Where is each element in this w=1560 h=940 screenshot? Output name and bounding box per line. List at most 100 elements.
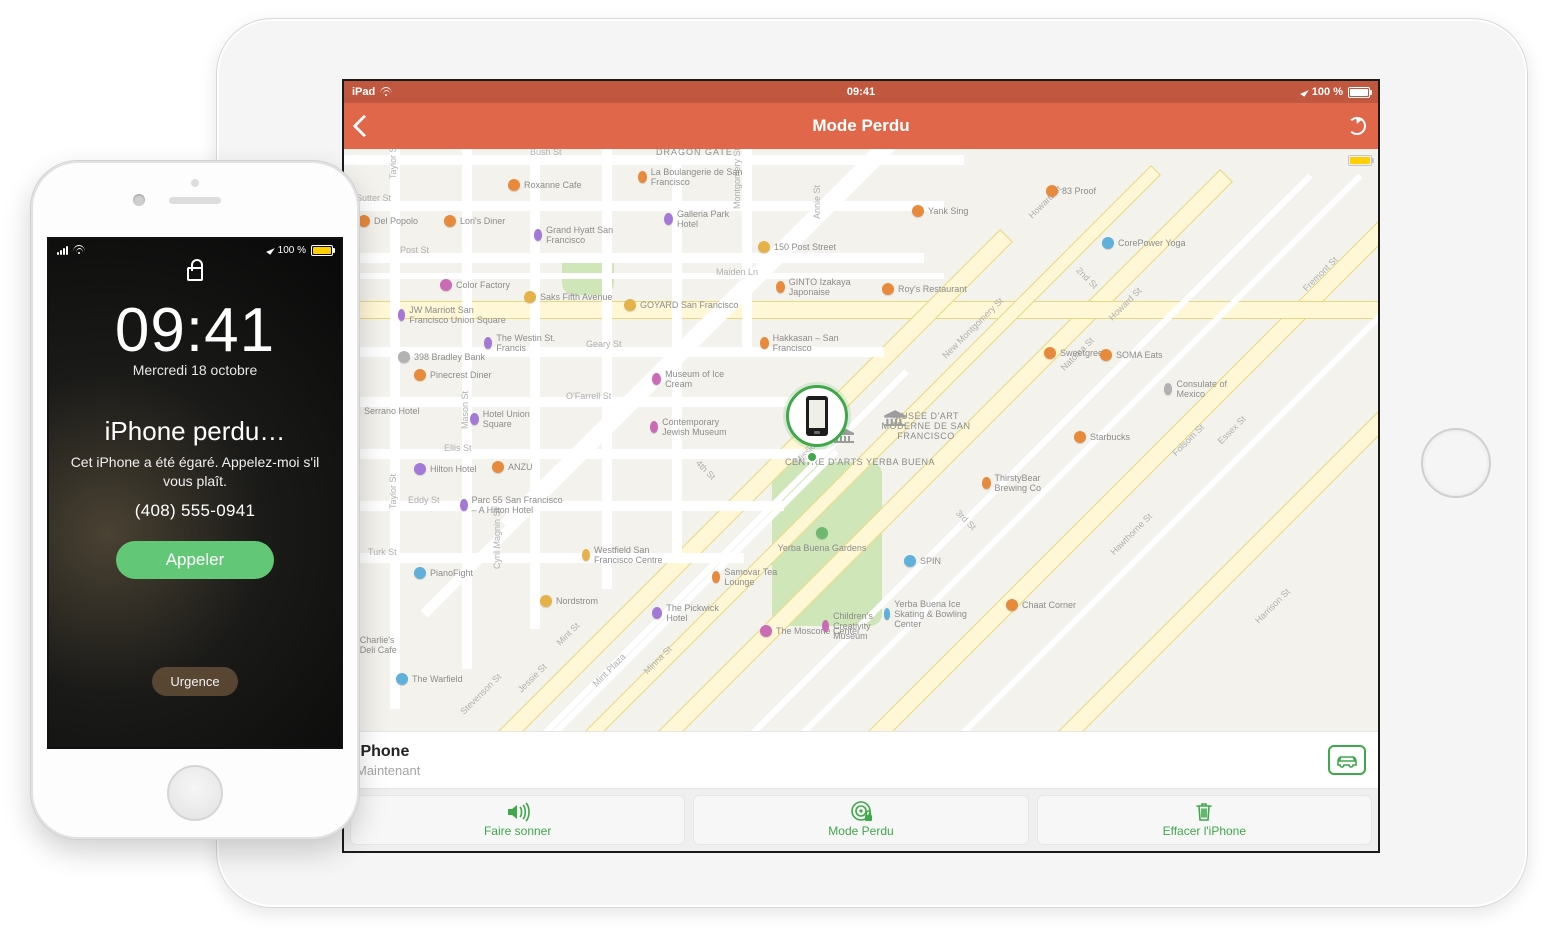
map-poi: ThirstyBear Brewing Co bbox=[982, 473, 1062, 493]
emergency-button-label: Urgence bbox=[170, 674, 219, 689]
street-label: Bush St bbox=[530, 149, 562, 157]
lost-mode-button[interactable]: Mode Perdu bbox=[693, 795, 1028, 845]
iphone-front-camera bbox=[133, 194, 145, 206]
map-poi: GINTO Izakaya Japonaise bbox=[776, 277, 866, 297]
iphone-sensor bbox=[191, 179, 199, 187]
map-poi: ANZU bbox=[492, 461, 533, 473]
map-poi: Roxanne Cafe bbox=[508, 179, 582, 191]
map-poi: Roy's Restaurant bbox=[882, 283, 967, 295]
device-last-seen: Maintenant bbox=[356, 763, 1328, 778]
map-poi: JW Marriott San Francisco Union Square bbox=[398, 305, 508, 325]
lock-icon bbox=[187, 267, 203, 281]
map-poi: The Pickwick Hotel bbox=[652, 603, 732, 623]
car-icon bbox=[1335, 752, 1359, 768]
map-poi: 150 Post Street bbox=[758, 241, 836, 253]
map-poi: SPIN bbox=[904, 555, 941, 567]
iphone-speaker bbox=[169, 197, 221, 204]
street-label: Geary St bbox=[586, 339, 622, 349]
map-poi: Sweetgreen bbox=[1044, 347, 1108, 359]
map-poi: SOMA Eats bbox=[1100, 349, 1163, 361]
street-label: Turk St bbox=[368, 547, 397, 557]
map-poi: Hakkasan – San Francisco bbox=[760, 333, 850, 353]
map-poi: Yerba Buena Gardens bbox=[782, 527, 862, 553]
call-button-label: Appeler bbox=[166, 550, 225, 569]
map-poi: Grand Hyatt San Francisco bbox=[534, 225, 620, 245]
lost-mode-message: Cet iPhone a été égaré. Appelez-moi s'il… bbox=[49, 453, 341, 491]
street-label: Annie St bbox=[812, 185, 822, 219]
iphone-screen: 100 % 09:41 Mercredi 18 octobre iPhone p… bbox=[49, 239, 341, 747]
cellular-signal-icon bbox=[57, 246, 68, 255]
map-poi: Pinecrest Diner bbox=[414, 369, 492, 381]
lost-mode-title: iPhone perdu… bbox=[105, 416, 286, 447]
action-label: Faire sonner bbox=[484, 824, 551, 838]
map-poi: 398 Bradley Bank bbox=[398, 351, 485, 363]
map-road bbox=[344, 553, 744, 563]
street-label: Mint St bbox=[555, 621, 582, 648]
directions-button[interactable] bbox=[1328, 745, 1366, 775]
street-label: Harrison St bbox=[1253, 587, 1292, 626]
map-poi: Yank Sing bbox=[912, 205, 968, 217]
map-poi: CorePower Yoga bbox=[1102, 237, 1186, 249]
map-road bbox=[344, 253, 924, 263]
actions-row: Faire sonner Mode Perdu bbox=[344, 789, 1378, 851]
street-label: Post St bbox=[400, 245, 429, 255]
street-label: Taylor St bbox=[388, 474, 398, 509]
action-label: Effacer l'iPhone bbox=[1163, 824, 1246, 838]
street-label: Ellis St bbox=[444, 443, 472, 453]
sound-icon bbox=[505, 802, 531, 822]
map-poi: GOYARD San Francisco bbox=[624, 299, 738, 311]
trash-icon bbox=[1194, 801, 1214, 823]
street-label: 4th St bbox=[694, 458, 718, 482]
map-poi: Westfield San Francisco Centre bbox=[582, 545, 678, 565]
street-label: Stevenson St bbox=[458, 672, 503, 717]
device-location-dot bbox=[806, 451, 818, 463]
device-location-pin[interactable] bbox=[786, 385, 848, 447]
street-label: Sutter St bbox=[356, 193, 391, 203]
map-poi: Parc 55 San Francisco – A Hilton Hotel bbox=[460, 495, 570, 515]
ipad-home-button[interactable] bbox=[1421, 428, 1491, 498]
street-label: Essex St bbox=[1216, 414, 1248, 446]
lost-mode-phone: (408) 555-0941 bbox=[135, 501, 255, 521]
street-label: O'Farrell St bbox=[566, 391, 611, 401]
device-battery-badge bbox=[1348, 155, 1372, 166]
status-time: 09:41 bbox=[847, 86, 875, 98]
map-road bbox=[602, 149, 612, 589]
status-battery-text: 100 % bbox=[278, 245, 306, 256]
map-poi: The Westin St. Francis bbox=[484, 333, 560, 353]
map-poi: Del Popolo bbox=[358, 215, 418, 227]
device-name: iPhone bbox=[356, 743, 1328, 761]
street-label: Eddy St bbox=[408, 495, 440, 505]
battery-icon bbox=[311, 245, 333, 256]
map-road bbox=[344, 201, 944, 211]
street-label: Maiden Ln bbox=[716, 267, 758, 277]
location-icon bbox=[266, 245, 275, 254]
map-view[interactable]: Bush St DRAGON GATE Sutter St Post St Ma… bbox=[344, 149, 1378, 731]
museum-icon bbox=[882, 409, 908, 427]
map-poi: Saks Fifth Avenue bbox=[524, 291, 612, 303]
play-sound-button[interactable]: Faire sonner bbox=[350, 795, 685, 845]
street-label: Cyril Magnin St bbox=[492, 508, 502, 569]
map-poi: Museum of Ice Cream bbox=[652, 369, 732, 389]
map-poi: Starbucks bbox=[1074, 431, 1130, 443]
app-header: Mode Perdu bbox=[344, 103, 1378, 149]
map-poi: Lori's Diner bbox=[444, 215, 505, 227]
refresh-button[interactable] bbox=[1348, 117, 1366, 135]
action-label: Mode Perdu bbox=[828, 824, 893, 838]
map-poi: 83 Proof bbox=[1046, 185, 1096, 197]
map-road bbox=[530, 149, 540, 629]
iphone-home-button[interactable] bbox=[167, 765, 223, 821]
emergency-button[interactable]: Urgence bbox=[152, 667, 237, 696]
ipad-status-bar: iPad 09:41 100 % bbox=[344, 81, 1378, 103]
map-poi: PianoFight bbox=[414, 567, 473, 579]
erase-button[interactable]: Effacer l'iPhone bbox=[1037, 795, 1372, 845]
street-label: Mason St bbox=[460, 391, 470, 429]
map-poi: La Boulangerie de San Francisco bbox=[638, 167, 748, 187]
map-poi: CENTRE D'ARTS YERBA BUENA bbox=[818, 457, 902, 467]
radar-lock-icon bbox=[849, 801, 873, 823]
map-poi: Contemporary Jewish Museum bbox=[650, 417, 746, 437]
call-button[interactable]: Appeler bbox=[116, 541, 275, 579]
map-poi: The Warfield bbox=[396, 673, 463, 685]
map-poi: Galleria Park Hotel bbox=[664, 209, 734, 229]
map-poi: Consulate of Mexico bbox=[1164, 379, 1234, 399]
street-label: 2nd St bbox=[1074, 265, 1099, 290]
